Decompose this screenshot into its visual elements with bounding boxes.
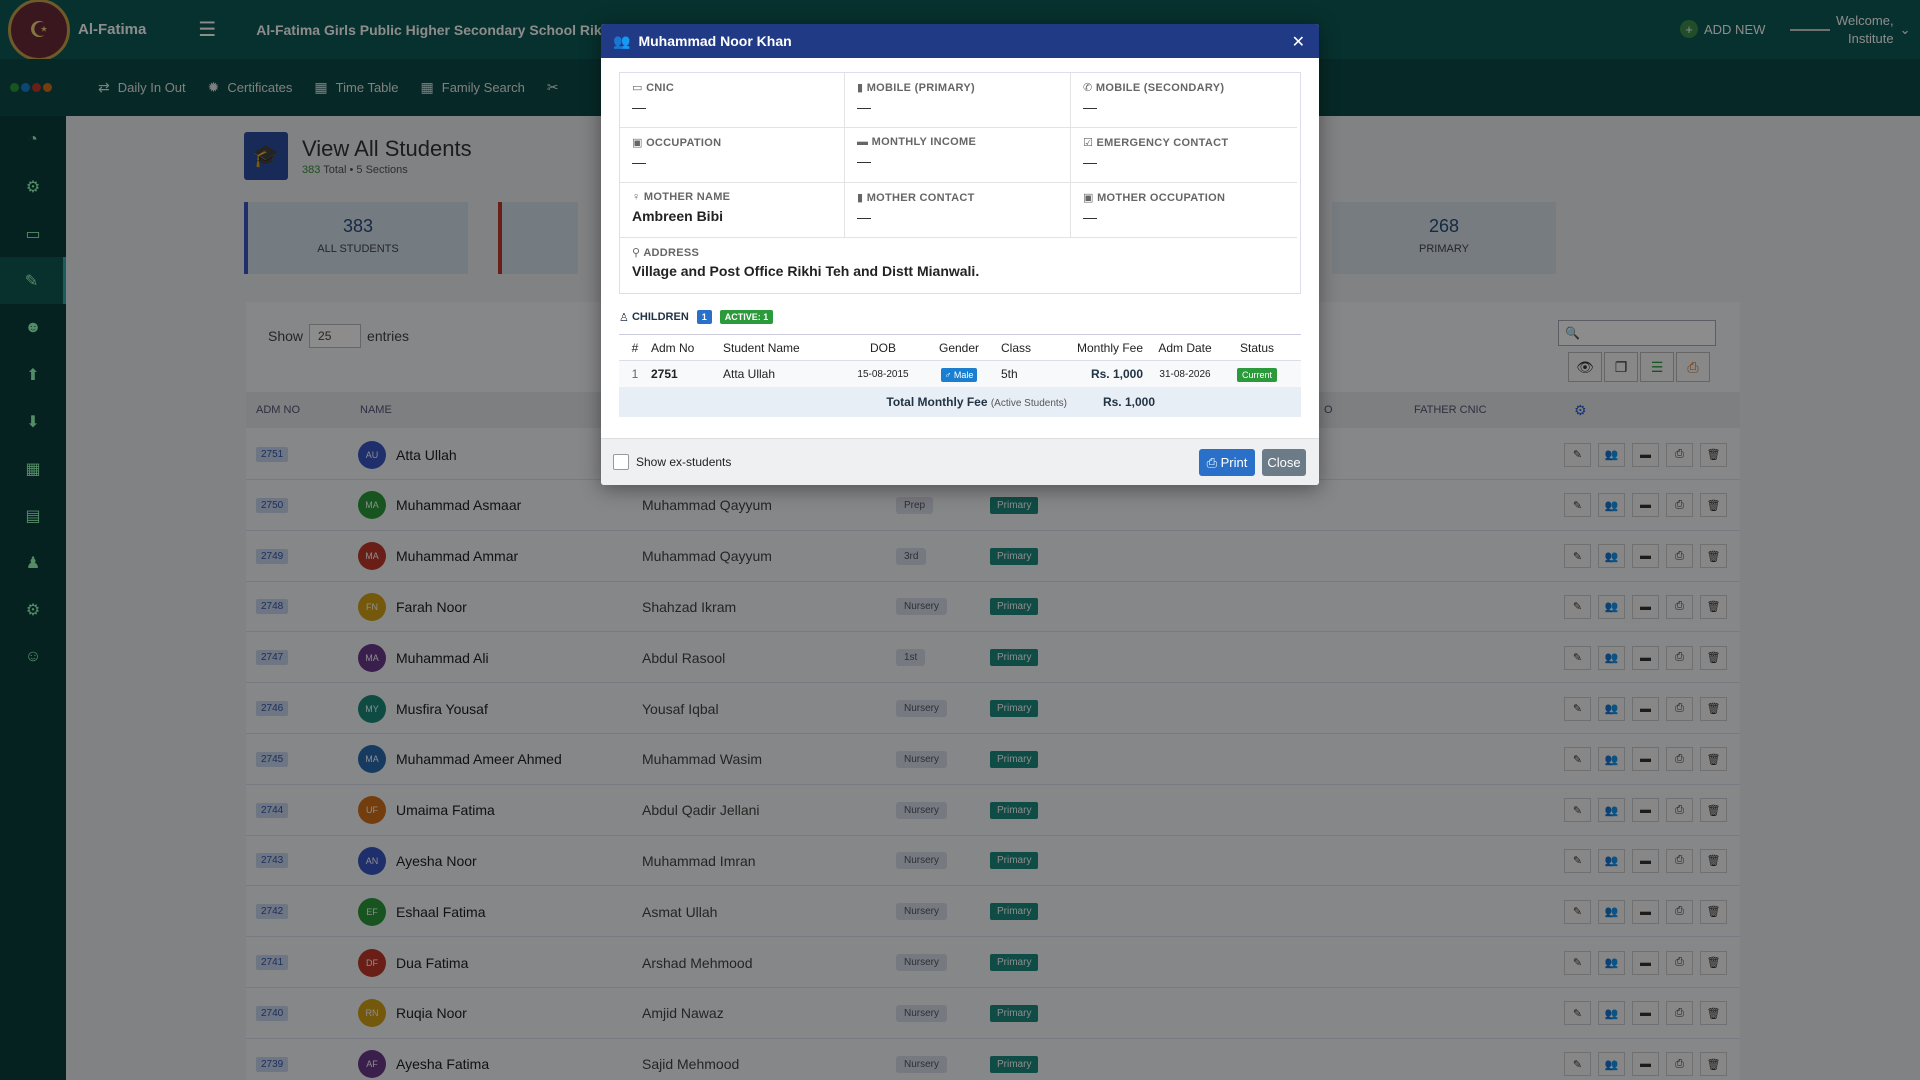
field-value: — [632, 154, 646, 170]
close-icon[interactable]: ✕ [1292, 32, 1305, 52]
address-value: Village and Post Office Rikhi Teh and Di… [632, 263, 980, 279]
status-badge: Current [1236, 368, 1277, 382]
field-mother-occupation: ▣ MOTHER OCCUPATION — [1071, 183, 1297, 238]
field-label: ☑ EMERGENCY CONTACT [1083, 137, 1229, 149]
address-label: ⚲ ADDRESS [632, 247, 700, 259]
checkbox-box[interactable] [613, 454, 629, 470]
field-label: ♀ MOTHER NAME [632, 191, 731, 203]
field-label: ▭ CNIC [632, 82, 675, 94]
children-count-badge: 1 [696, 310, 712, 324]
users-icon: 👥 [613, 32, 631, 49]
col-status: Status [1239, 340, 1275, 355]
field-value: — [1083, 154, 1097, 170]
page: { "app": {"brand": "Al-Fatima", "school"… [0, 0, 1920, 1080]
cell-adm-date: 31-08-2026 [1159, 368, 1211, 380]
field-label: ▣ MOTHER OCCUPATION [1083, 192, 1226, 204]
cell-monthly-fee: Rs. 1,000 [1090, 367, 1143, 381]
field-label: ✆ MOBILE (SECONDARY) [1083, 82, 1225, 94]
close-button[interactable]: Close [1262, 449, 1306, 476]
print-button[interactable]: ⎙ Print [1199, 449, 1255, 476]
field-label: ▮ MOTHER CONTACT [857, 192, 975, 204]
col-class: Class [1001, 340, 1032, 355]
field-value: — [632, 99, 646, 115]
col-student-name: Student Name [723, 340, 800, 355]
field-value: — [857, 99, 871, 115]
cell-status: Current [1227, 367, 1287, 382]
cell-adm-no: 2751 [651, 367, 678, 381]
field-value: — [1083, 99, 1097, 115]
total-value: Rs. 1,000 [1102, 395, 1155, 409]
parent-info-grid: ▭ CNIC — ▮ MOBILE (PRIMARY) — ✆ MOBILE (SE… [619, 72, 1301, 294]
family-modal: 👥 Muhammad Noor Khan ✕ ▭ CNIC — ▮ MOBILE … [601, 24, 1319, 485]
children-label: CHILDREN [631, 311, 689, 323]
modal-body: ▭ CNIC — ▮ MOBILE (PRIMARY) — ✆ MOBILE (SE… [601, 58, 1319, 417]
child-row[interactable]: 1 2751 Atta Ullah 15-08-2015 ♂ Male 5th … [619, 361, 1301, 387]
field-label: ▣ OCCUPATION [632, 137, 722, 149]
cell-num: 1 [631, 367, 639, 381]
field-mother-contact: ▮ MOTHER CONTACT — [845, 183, 1071, 238]
cell-class: 5th [1001, 367, 1018, 381]
field-value: Ambreen Bibi [632, 208, 724, 224]
field-value: — [857, 153, 871, 169]
field-mobile-secondary: ✆ MOBILE (SECONDARY) — [1071, 73, 1297, 128]
cell-student-name: Atta Ullah [723, 367, 776, 381]
print-icon: ⎙ [1206, 454, 1218, 470]
modal-title: Muhammad Noor Khan [638, 33, 792, 49]
cell-gender: ♂ Male [923, 367, 995, 382]
col-adm-no: Adm No [651, 340, 695, 355]
col-adm-date: Adm Date [1158, 340, 1212, 355]
col-monthly-fee: Monthly Fee [1076, 340, 1143, 355]
total-label: Total Monthly Fee (Active Students) [886, 395, 1067, 409]
gender-badge: ♂ Male [940, 368, 978, 382]
print-label: Print [1220, 455, 1248, 470]
show-ex-students-checkbox[interactable]: Show ex-students [613, 454, 731, 470]
col-gender: Gender [938, 340, 980, 355]
cell-dob: 15-08-2015 [857, 368, 909, 380]
children-total-row: Total Monthly Fee (Active Students) Rs. … [619, 387, 1301, 417]
field-label: ▬ MONTHLY INCOME [857, 136, 977, 148]
field-value: — [1083, 209, 1097, 225]
field-label: ▮ MOBILE (PRIMARY) [857, 82, 975, 94]
modal-header: 👥 Muhammad Noor Khan ✕ [601, 24, 1319, 58]
field-cnic: ▭ CNIC — [620, 73, 845, 128]
show-ex-label: Show ex-students [636, 455, 732, 469]
children-table: # Adm No Student Name DOB Gender Class M… [619, 334, 1301, 417]
field-occupation: ▣ OCCUPATION — [620, 128, 845, 183]
field-monthly-income: ▬ MONTHLY INCOME — [845, 128, 1071, 183]
children-heading: ♙ CHILDREN 1 ACTIVE: 1 [619, 310, 1301, 324]
field-mother-name: ♀ MOTHER NAME Ambreen Bibi [620, 183, 845, 238]
field-mobile-primary: ▮ MOBILE (PRIMARY) — [845, 73, 1071, 128]
field-emergency-contact: ☑ EMERGENCY CONTACT — [1071, 128, 1297, 183]
child-icon: ♙ [619, 311, 629, 324]
map-pin-icon: ⚲ [632, 247, 641, 259]
field-value: — [857, 209, 871, 225]
col-dob: DOB [869, 340, 896, 355]
field-address: ⚲ ADDRESS Village and Post Office Rikhi … [620, 238, 1297, 293]
col-num: # [631, 340, 639, 355]
children-table-header: # Adm No Student Name DOB Gender Class M… [619, 335, 1301, 361]
modal-footer: Show ex-students ⎙ Print Close [601, 438, 1319, 485]
active-badge: ACTIVE: 1 [719, 310, 774, 324]
